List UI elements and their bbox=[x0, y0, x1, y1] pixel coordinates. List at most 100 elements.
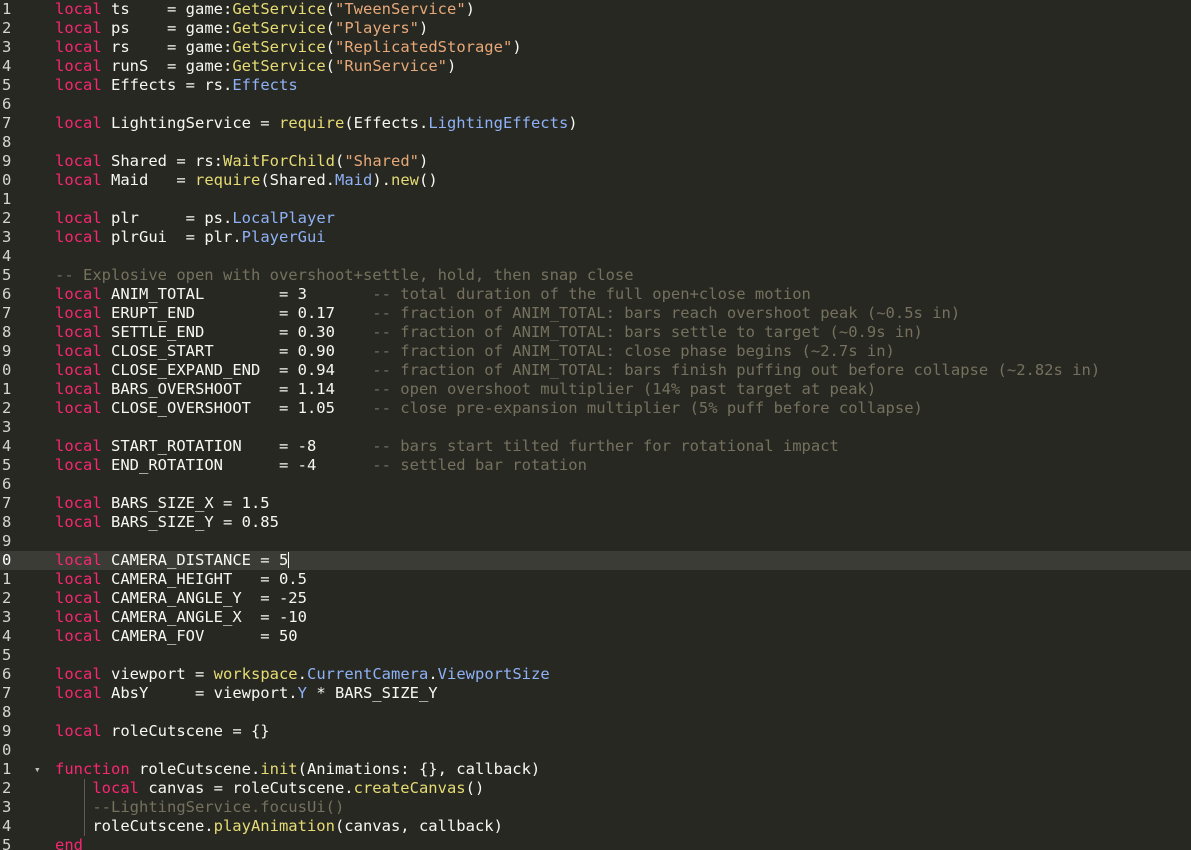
code-line[interactable]: 1 local ts = game:GetService("TweenServic… bbox=[0, 0, 1191, 19]
code-line[interactable]: 3 local CAMERA_ANGLE_X = -10 bbox=[0, 608, 1191, 627]
code-text: local BARS_SIZE_X = 1.5 bbox=[55, 494, 270, 513]
token-fn: playAnimation bbox=[213, 817, 335, 835]
code-line[interactable]: 9 local roleCutscene = {} bbox=[0, 722, 1191, 741]
code-line[interactable]: 7 local BARS_SIZE_X = 1.5 bbox=[0, 494, 1191, 513]
code-line[interactable]: 2 local ps = game:GetService("Players") bbox=[0, 19, 1191, 38]
code-line[interactable]: 9 bbox=[0, 532, 1191, 551]
code-line[interactable]: 5 -- Explosive open with overshoot+settle… bbox=[0, 266, 1191, 285]
token-kw: local bbox=[55, 589, 102, 607]
code-line[interactable]: 5 local Effects = rs.Effects bbox=[0, 76, 1191, 95]
code-line[interactable]: 6 local ANIM_TOTAL = 3 -- total duration … bbox=[0, 285, 1191, 304]
token-prop: LightingEffects bbox=[428, 114, 569, 132]
code-line[interactable]: 8 bbox=[0, 703, 1191, 722]
code-line[interactable]: 1 local BARS_OVERSHOOT = 1.14 -- open ove… bbox=[0, 380, 1191, 399]
token-id: () bbox=[418, 171, 438, 189]
token-id: ( bbox=[325, 57, 335, 75]
token-kw: local bbox=[55, 399, 102, 417]
token-cm: -- close pre-expansion multiplier (5% pu… bbox=[372, 399, 923, 417]
line-number: 7 bbox=[2, 114, 12, 132]
code-line[interactable]: 1 bbox=[0, 190, 1191, 209]
line-number: 3 bbox=[2, 418, 12, 436]
code-line[interactable]: 3 --LightingService.focusUi() bbox=[0, 798, 1191, 817]
code-line[interactable]: 3 bbox=[0, 418, 1191, 437]
code-line[interactable]: 0 local CAMERA_DISTANCE = 5 bbox=[0, 551, 1191, 570]
code-line[interactable]: 7 local ERUPT_END = 0.17 -- fraction of A… bbox=[0, 304, 1191, 323]
code-line[interactable]: 2 local CAMERA_ANGLE_Y = -25 bbox=[0, 589, 1191, 608]
token-kw: local bbox=[55, 285, 102, 303]
line-number: 7 bbox=[2, 304, 12, 322]
code-line[interactable]: 0 local CLOSE_EXPAND_END = 0.94 -- fracti… bbox=[0, 361, 1191, 380]
code-line[interactable]: 1 ▾ function roleCutscene.init(Animations:… bbox=[0, 760, 1191, 779]
code-line[interactable]: 7 local LightingService = require(Effects… bbox=[0, 114, 1191, 133]
code-text: local Shared = rs:WaitForChild("Shared") bbox=[55, 152, 428, 171]
code-text: local LightingService = require(Effects.… bbox=[55, 114, 578, 133]
token-cm: -- fraction of ANIM_TOTAL: close phase b… bbox=[372, 342, 895, 360]
code-line[interactable]: 3 local rs = game:GetService("ReplicatedS… bbox=[0, 38, 1191, 57]
token-fn: new bbox=[390, 171, 419, 189]
code-line[interactable]: 5 local END_ROTATION = -4 -- settled bar … bbox=[0, 456, 1191, 475]
line-number: 2 bbox=[2, 589, 12, 607]
line-number: 7 bbox=[2, 494, 12, 512]
token-id: CLOSE_OVERSHOOT = 1.05 bbox=[101, 399, 373, 417]
line-number: 6 bbox=[2, 285, 12, 303]
code-line[interactable]: 4 local CAMERA_FOV = 50 bbox=[0, 627, 1191, 646]
code-text: --LightingService.focusUi() bbox=[55, 798, 344, 817]
code-text: local CLOSE_EXPAND_END = 0.94 -- fractio… bbox=[55, 361, 1100, 380]
token-kw: local bbox=[55, 342, 102, 360]
line-number: 2 bbox=[2, 779, 12, 797]
code-text: local viewport = workspace.CurrentCamera… bbox=[55, 665, 550, 684]
token-fn: init bbox=[260, 760, 298, 778]
token-id: CAMERA_ANGLE_Y = -25 bbox=[101, 589, 307, 607]
code-text: local END_ROTATION = -4 -- settled bar r… bbox=[55, 456, 587, 475]
token-id: ANIM_TOTAL = 3 bbox=[101, 285, 373, 303]
line-number: 8 bbox=[2, 323, 12, 341]
line-number: 9 bbox=[2, 342, 12, 360]
token-kw: local bbox=[55, 437, 102, 455]
code-line[interactable]: 2 local CLOSE_OVERSHOOT = 1.05 -- close p… bbox=[0, 399, 1191, 418]
token-id: ( bbox=[325, 19, 335, 37]
line-number: 5 bbox=[2, 646, 12, 664]
code-line[interactable]: 0 local Maid = require(Shared.Maid).new() bbox=[0, 171, 1191, 190]
line-number: 2 bbox=[2, 209, 12, 227]
code-line[interactable]: 4 local START_ROTATION = -8 -- bars start… bbox=[0, 437, 1191, 456]
token-str: "Shared" bbox=[344, 152, 419, 170]
code-text: local AbsY = viewport.Y * BARS_SIZE_Y bbox=[55, 684, 438, 703]
code-line[interactable]: 8 local SETTLE_END = 0.30 -- fraction of … bbox=[0, 323, 1191, 342]
token-fn: GetService bbox=[232, 0, 326, 18]
line-number: 1 bbox=[2, 190, 12, 208]
code-line[interactable]: 0 bbox=[0, 741, 1191, 760]
line-number: 5 bbox=[2, 76, 12, 94]
code-editor[interactable]: 1 local ts = game:GetService("TweenServic… bbox=[0, 0, 1191, 850]
token-id: Maid = bbox=[101, 171, 195, 189]
token-id: LightingService = bbox=[101, 114, 279, 132]
code-line[interactable]: 4 local runS = game:GetService("RunServic… bbox=[0, 57, 1191, 76]
code-line[interactable]: 2 local plr = ps.LocalPlayer bbox=[0, 209, 1191, 228]
token-str: "TweenService" bbox=[335, 0, 466, 18]
code-line[interactable]: 8 local BARS_SIZE_Y = 0.85 bbox=[0, 513, 1191, 532]
code-line[interactable]: 7 local AbsY = viewport.Y * BARS_SIZE_Y bbox=[0, 684, 1191, 703]
code-line[interactable]: 6 local viewport = workspace.CurrentCamer… bbox=[0, 665, 1191, 684]
token-id: ) bbox=[568, 114, 578, 132]
line-number: 4 bbox=[2, 247, 12, 265]
code-line[interactable]: 3 local plrGui = plr.PlayerGui bbox=[0, 228, 1191, 247]
token-id: plr = ps. bbox=[101, 209, 233, 227]
code-line[interactable]: 6 bbox=[0, 95, 1191, 114]
code-line[interactable]: 6 bbox=[0, 475, 1191, 494]
token-kw: local bbox=[55, 665, 102, 683]
code-line[interactable]: 1 local CAMERA_HEIGHT = 0.5 bbox=[0, 570, 1191, 589]
code-line[interactable]: 2 local canvas = roleCutscene.createCanv… bbox=[0, 779, 1191, 798]
code-text: local CAMERA_HEIGHT = 0.5 bbox=[55, 570, 307, 589]
code-line[interactable]: 9 local Shared = rs:WaitForChild("Shared"… bbox=[0, 152, 1191, 171]
token-kw: local bbox=[55, 608, 102, 626]
code-line[interactable]: 5 bbox=[0, 646, 1191, 665]
code-line[interactable]: 9 local CLOSE_START = 0.90 -- fraction of… bbox=[0, 342, 1191, 361]
code-text: local CAMERA_FOV = 50 bbox=[55, 627, 298, 646]
code-text: local CLOSE_START = 0.90 -- fraction of … bbox=[55, 342, 895, 361]
fold-chevron-icon[interactable]: ▾ bbox=[34, 760, 41, 779]
code-line[interactable]: 5 end bbox=[0, 836, 1191, 850]
line-number: 1 bbox=[2, 570, 12, 588]
code-line[interactable]: 4 bbox=[0, 247, 1191, 266]
code-line[interactable]: 4 roleCutscene.playAnimation(canvas, cal… bbox=[0, 817, 1191, 836]
code-line[interactable]: 8 bbox=[0, 133, 1191, 152]
token-id: END_ROTATION = -4 bbox=[101, 456, 373, 474]
